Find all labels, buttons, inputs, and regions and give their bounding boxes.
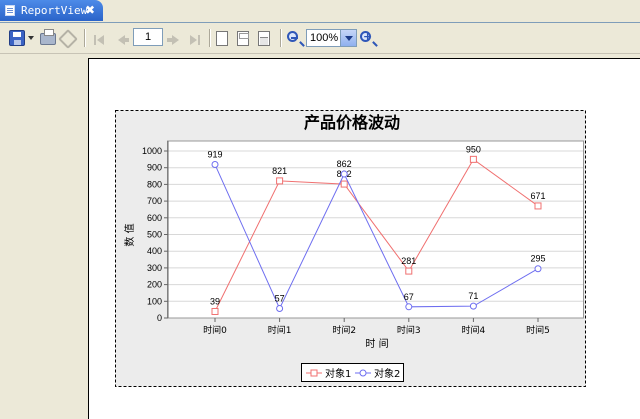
data-point-marker: [405, 267, 413, 275]
dropdown-arrow-icon[interactable]: [28, 36, 34, 40]
y-axis-label: 数 值: [123, 223, 136, 246]
legend-label: 对象1: [325, 367, 351, 380]
data-point-marker: [340, 180, 348, 188]
data-label: 57: [275, 293, 285, 303]
x-tick-label: 时间4: [462, 324, 486, 336]
data-label: 950: [466, 144, 481, 154]
legend-label: 对象2: [374, 367, 400, 380]
y-tick-label: 700: [147, 196, 162, 206]
tab-strip: ReportView ✖: [0, 0, 640, 23]
data-point-marker: [276, 177, 284, 185]
data-label: 862: [337, 159, 352, 169]
data-point-marker: [534, 202, 542, 210]
data-label: 295: [530, 254, 545, 264]
y-tick-label: 500: [147, 230, 162, 240]
print-icon[interactable]: [40, 29, 56, 45]
y-tick-label: 900: [147, 163, 162, 173]
last-page-icon[interactable]: [188, 32, 204, 46]
data-point-marker: [276, 304, 284, 312]
x-tick-label: 时间3: [397, 324, 421, 336]
toolbar-separator: [280, 29, 281, 47]
x-tick-label: 时间2: [332, 324, 356, 336]
data-point-marker: [211, 161, 219, 169]
data-point-marker: [211, 307, 219, 315]
data-label: 39: [210, 296, 220, 306]
data-label: 281: [401, 256, 416, 266]
data-point-marker: [340, 170, 348, 178]
close-icon[interactable]: ✖: [85, 3, 95, 17]
legend-marker: [359, 369, 367, 377]
tab-label: ReportView: [21, 4, 88, 17]
zoom-select[interactable]: 100%: [306, 29, 357, 47]
y-tick-label: 100: [147, 296, 162, 306]
x-tick-label: 时间5: [526, 324, 550, 336]
first-page-icon[interactable]: [92, 32, 108, 46]
chevron-down-icon[interactable]: [340, 30, 356, 46]
data-label: 71: [468, 291, 478, 301]
data-point-marker: [534, 265, 542, 273]
data-label: 821: [272, 166, 287, 176]
save-icon[interactable]: [9, 30, 25, 46]
toolbar-separator: [84, 29, 85, 47]
data-label: 919: [207, 150, 222, 160]
page-layout-icon[interactable]: [258, 31, 270, 46]
data-label: 671: [530, 191, 545, 201]
document-icon: [5, 5, 15, 16]
data-point-marker: [469, 155, 477, 163]
y-tick-label: 300: [147, 263, 162, 273]
next-page-icon[interactable]: [167, 32, 183, 46]
x-tick-label: 时间0: [203, 324, 227, 336]
chart-title: 产品价格波动: [304, 113, 400, 132]
y-tick-label: 400: [147, 246, 162, 256]
data-label: 67: [404, 292, 414, 302]
y-tick-label: 800: [147, 179, 162, 189]
zoom-out-icon[interactable]: [287, 31, 298, 42]
y-tick-label: 1000: [142, 146, 162, 156]
prev-page-icon[interactable]: [115, 32, 131, 46]
zoom-in-icon[interactable]: [360, 30, 372, 43]
data-point-marker: [469, 302, 477, 310]
x-tick-label: 时间1: [268, 324, 292, 336]
page-icon[interactable]: [216, 31, 228, 46]
y-tick-label: 200: [147, 280, 162, 290]
page-number-input[interactable]: 1: [133, 28, 163, 46]
tool-icon[interactable]: [58, 29, 78, 49]
data-point-marker: [405, 303, 413, 311]
y-tick-label: 600: [147, 213, 162, 223]
price-chart: 产品价格波动 01002003004005006007008009001000 …: [115, 110, 586, 387]
x-axis-label: 时 间: [365, 337, 388, 350]
y-tick-label: 0: [157, 313, 162, 323]
legend-marker: [310, 369, 318, 377]
tab-reportview[interactable]: ReportView ✖: [0, 0, 103, 21]
toolbar-separator: [209, 29, 210, 47]
zoom-value: 100%: [310, 32, 339, 44]
page-setup-icon[interactable]: [237, 31, 249, 46]
